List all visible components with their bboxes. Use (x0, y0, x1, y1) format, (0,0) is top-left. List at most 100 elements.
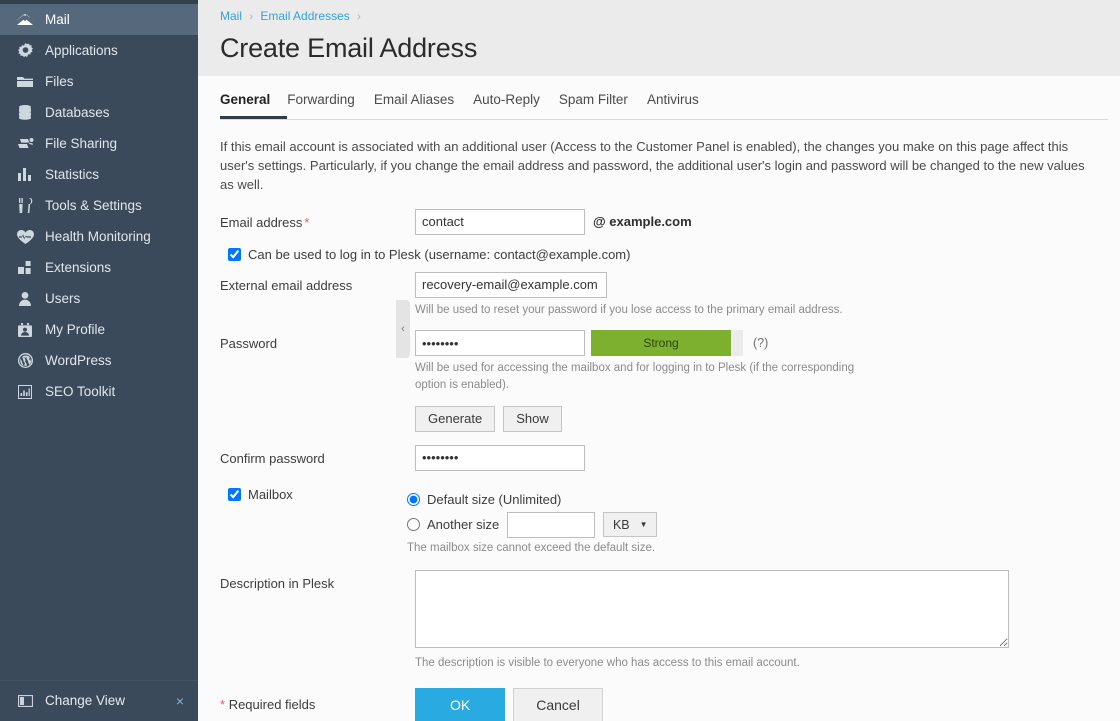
password-input[interactable] (415, 330, 585, 356)
login-checkbox-row: Can be used to log in to Plesk (username… (228, 247, 1098, 262)
sidebar-item-extensions[interactable]: Extensions (0, 252, 198, 283)
mailbox-label-group: Mailbox (220, 485, 407, 503)
plesk-app: Mail Applications Files Databases File S (0, 0, 1120, 721)
close-icon[interactable]: × (176, 694, 184, 708)
field-row-password: Password Strong (?) Will be used for acc… (220, 330, 1098, 431)
chevron-down-icon: ▼ (640, 520, 648, 529)
sidebar-item-label: Files (45, 75, 74, 89)
layout-icon (14, 693, 36, 709)
mailbox-another-size-radio[interactable] (407, 518, 420, 531)
sidebar-item-statistics[interactable]: Statistics (0, 159, 198, 190)
sidebar-item-file-sharing[interactable]: File Sharing (0, 128, 198, 159)
sidebar-item-files[interactable]: Files (0, 66, 198, 97)
change-view-label: Change View (45, 694, 125, 708)
description-field-group: The description is visible to everyone w… (415, 570, 1098, 672)
password-strength-track: Strong (591, 330, 743, 356)
mailbox-size-input[interactable] (507, 512, 595, 538)
required-asterisk: * (304, 215, 309, 230)
my-profile-icon (14, 322, 36, 338)
tab-auto-reply[interactable]: Auto-Reply (473, 92, 559, 119)
users-icon (14, 291, 36, 307)
external-email-input[interactable] (415, 272, 607, 298)
mailbox-default-size-label[interactable]: Default size (Unlimited) (427, 492, 561, 507)
password-help-icon[interactable]: (?) (753, 336, 768, 350)
breadcrumb-separator: › (249, 11, 253, 23)
sidebar: Mail Applications Files Databases File S (0, 0, 198, 721)
tab-email-aliases[interactable]: Email Aliases (374, 92, 473, 119)
password-field-group: Strong (?) Will be used for accessing th… (415, 330, 1098, 431)
sidebar-collapse-handle[interactable]: ‹ (396, 300, 410, 358)
sidebar-item-label: Databases (45, 106, 110, 120)
can-login-label-text: Can be used to log in to Plesk (248, 247, 421, 262)
mailbox-size-unit-select[interactable]: KB ▼ (603, 512, 657, 537)
sidebar-item-applications[interactable]: Applications (0, 35, 198, 66)
sidebar-item-mail[interactable]: Mail (0, 4, 198, 35)
description-hint: The description is visible to everyone w… (415, 655, 1015, 672)
can-login-label[interactable]: Can be used to log in to Plesk (username… (248, 247, 630, 262)
tab-general[interactable]: General (220, 92, 287, 119)
mailbox-size-unit-value: KB (613, 518, 630, 532)
cancel-button[interactable]: Cancel (513, 688, 603, 721)
mailbox-checkbox[interactable] (228, 488, 241, 501)
mailbox-another-size-row: Another size KB ▼ (407, 514, 1098, 536)
tab-list: General Forwarding Email Aliases Auto-Re… (220, 92, 1120, 119)
tab-spam-filter[interactable]: Spam Filter (559, 92, 647, 119)
sidebar-item-tools-settings[interactable]: Tools & Settings (0, 190, 198, 221)
breadcrumb-item-mail[interactable]: Mail (220, 9, 242, 23)
confirm-password-input[interactable] (415, 445, 585, 471)
external-email-field-group: Will be used to reset your password if y… (415, 272, 1098, 319)
ok-button[interactable]: OK (415, 688, 505, 721)
email-address-label: Email address* (220, 209, 415, 231)
extensions-icon (14, 260, 36, 276)
sidebar-item-label: WordPress (45, 354, 112, 368)
sidebar-item-my-profile[interactable]: My Profile (0, 314, 198, 345)
mail-icon (14, 12, 36, 28)
confirm-password-label: Confirm password (220, 445, 415, 467)
password-buttons: Generate Show (415, 406, 1098, 432)
form-content: If this email account is associated with… (198, 120, 1120, 672)
password-input-row: Strong (?) (415, 330, 1098, 356)
form-footer: * Required fields OK Cancel (198, 680, 1120, 721)
show-password-button[interactable]: Show (503, 406, 562, 432)
description-textarea[interactable] (415, 570, 1009, 648)
tab-antivirus[interactable]: Antivirus (647, 92, 718, 119)
sidebar-item-health-monitoring[interactable]: Health Monitoring (0, 221, 198, 252)
mailbox-checkbox-row: Mailbox (228, 487, 407, 503)
field-row-description: Description in Plesk The description is … (220, 570, 1098, 672)
applications-icon (14, 43, 36, 59)
mailbox-default-size-row: Default size (Unlimited) (407, 489, 1098, 511)
required-fields-note: * Required fields (220, 697, 415, 712)
mailbox-another-size-label[interactable]: Another size (427, 517, 499, 532)
field-row-mailbox: Mailbox Default size (Unlimited) Another… (220, 485, 1098, 557)
field-row-email-address: Email address* @ example.com (220, 209, 1098, 235)
mailbox-label[interactable]: Mailbox (248, 487, 293, 503)
required-fields-label: Required fields (229, 697, 316, 712)
sidebar-item-users[interactable]: Users (0, 283, 198, 314)
required-asterisk: * (220, 697, 225, 712)
change-view-bar[interactable]: Change View × (0, 680, 198, 721)
external-email-hint: Will be used to reset your password if y… (415, 302, 855, 319)
field-row-external-email: External email address Will be used to r… (220, 272, 1098, 319)
tab-bar: General Forwarding Email Aliases Auto-Re… (198, 76, 1120, 120)
mailbox-hint: The mailbox size cannot exceed the defau… (407, 540, 847, 557)
sidebar-item-seo-toolkit[interactable]: SEO Toolkit (0, 376, 198, 407)
can-login-checkbox[interactable] (228, 248, 241, 261)
email-address-field-group: @ example.com (415, 209, 1098, 235)
password-strength-meter: Strong (?) (591, 330, 768, 356)
sidebar-top-strip (0, 0, 198, 4)
mailbox-default-size-radio[interactable] (407, 493, 420, 506)
breadcrumb-item-email-addresses[interactable]: Email Addresses (260, 9, 349, 23)
email-address-input[interactable] (415, 209, 585, 235)
sidebar-item-wordpress[interactable]: WordPress (0, 345, 198, 376)
statistics-icon (14, 167, 36, 183)
sidebar-item-label: Extensions (45, 261, 111, 275)
field-row-confirm-password: Confirm password (220, 445, 1098, 471)
sidebar-item-label: My Profile (45, 323, 105, 337)
tab-underline (220, 119, 1108, 120)
tab-forwarding[interactable]: Forwarding (287, 92, 374, 119)
generate-password-button[interactable]: Generate (415, 406, 495, 432)
sidebar-item-databases[interactable]: Databases (0, 97, 198, 128)
databases-icon (14, 105, 36, 121)
tools-settings-icon (14, 198, 36, 214)
email-domain-suffix: @ example.com (593, 209, 692, 235)
